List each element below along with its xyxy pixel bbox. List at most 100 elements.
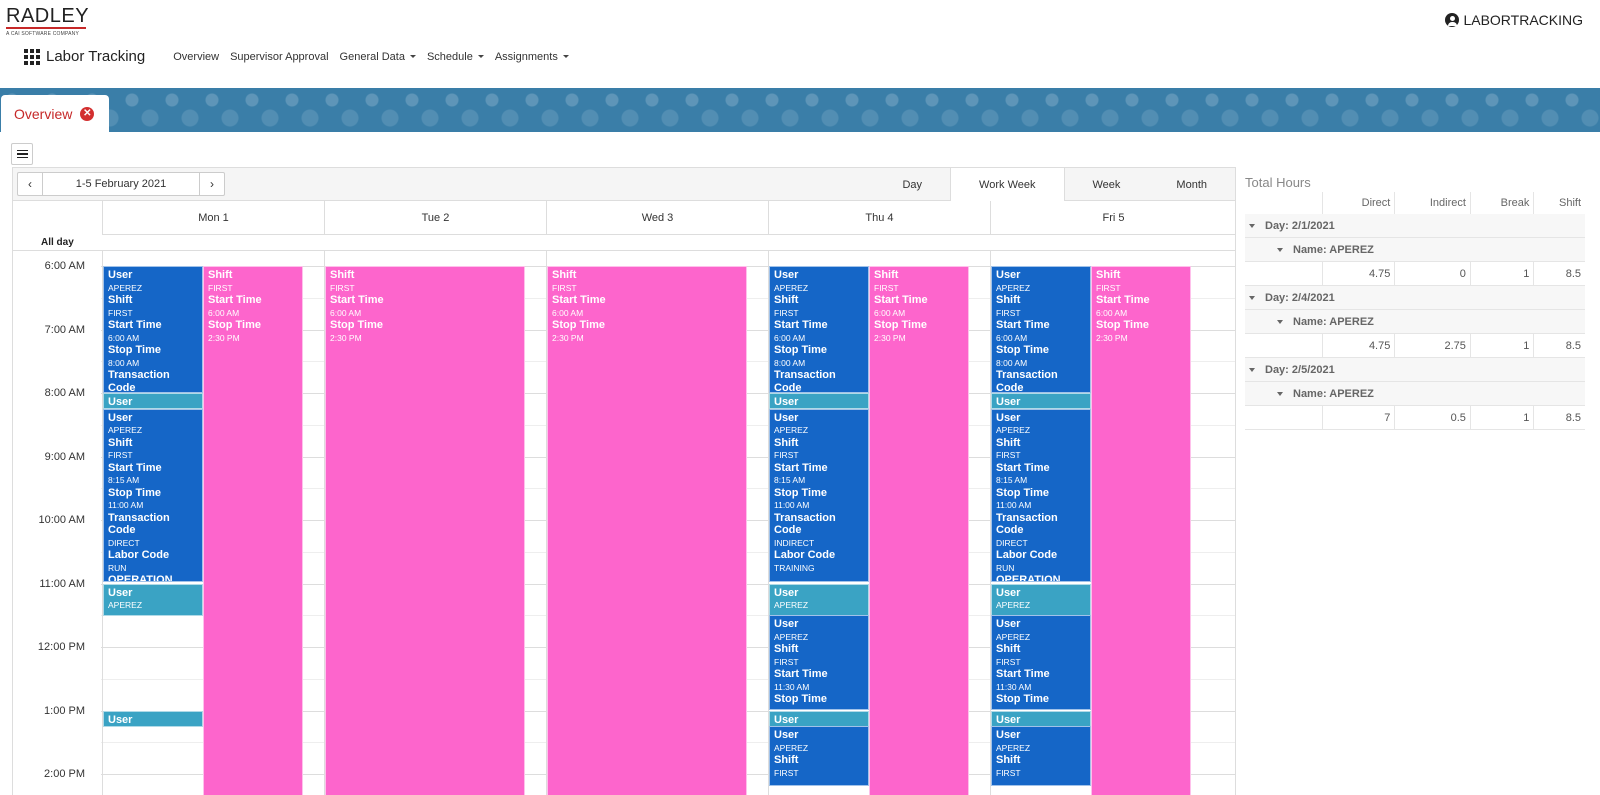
event-field-label: Labor Code <box>108 549 170 562</box>
col-indirect[interactable]: Indirect <box>1394 192 1471 214</box>
labor-entry-event[interactable]: User APEREZ Shift FIRST Start Time 8:15 AM Sto… <box>991 408 1091 582</box>
nav-schedule[interactable]: Schedule <box>427 51 484 63</box>
next-week-button[interactable]: › <box>199 173 224 195</box>
labor-entry-event[interactable]: User APEREZ Shift FIRST <box>769 726 869 787</box>
totals-row-spacer <box>1245 333 1323 358</box>
event-field-value: 2:30 PM <box>330 332 362 343</box>
collapse-caret-icon[interactable] <box>1249 223 1255 228</box>
event-field-value: 6:00 AM <box>552 307 584 318</box>
nav-supervisor-approval[interactable]: Supervisor Approval <box>230 51 328 63</box>
break-event[interactable]: User <box>103 393 203 409</box>
collapse-caret-icon[interactable] <box>1277 391 1283 396</box>
event-field-label: Shift <box>1096 269 1121 281</box>
labor-entry-event[interactable]: User APEREZ Shift FIRST Start Time 11:30 AM St… <box>991 615 1091 711</box>
close-tab-icon[interactable]: ✕ <box>80 107 95 121</box>
collapse-caret-icon[interactable] <box>1277 319 1283 324</box>
event-field-label: Start Time <box>996 668 1050 681</box>
break-event[interactable]: User APEREZ <box>991 583 1091 616</box>
break-event[interactable]: User <box>769 710 869 727</box>
event-field-label: Transaction Code <box>108 369 170 393</box>
break-event[interactable]: User <box>991 710 1091 727</box>
shift-event[interactable]: Shift FIRST Start Time 6:00 AM Stop Time 2:30… <box>325 266 525 795</box>
event-field-value: APEREZ <box>774 631 809 642</box>
nav-assignments[interactable]: Assignments <box>495 51 569 63</box>
event-field-label: Start Time <box>208 294 262 306</box>
main-nav: Labor Tracking Overview Supervisor Appro… <box>24 48 580 65</box>
app-grid-icon[interactable] <box>24 48 40 65</box>
collapse-caret-icon[interactable] <box>1249 367 1255 372</box>
hours-cell: 1 <box>1469 261 1534 286</box>
break-event[interactable]: User <box>769 393 869 409</box>
hamburger-menu-button[interactable] <box>11 143 33 165</box>
view-month[interactable]: Month <box>1148 168 1235 201</box>
nav-general-data-label: General Data <box>339 50 405 63</box>
event-field-label: Stop Time <box>874 319 927 331</box>
labor-entry-event[interactable]: User APEREZ Shift FIRST Start Time 8:15 AM Sto… <box>769 408 869 582</box>
break-event[interactable]: User APEREZ <box>769 583 869 616</box>
shift-event[interactable]: Shift FIRST Start Time 6:00 AM Stop Time 2:30… <box>203 266 303 795</box>
event-field-value: FIRST <box>996 307 1021 318</box>
day-header-thu: Thu 4 <box>768 201 990 235</box>
totals-row: 4.75 2.75 1 8.5 <box>1245 333 1585 358</box>
event-field-value: 11:30 AM <box>996 681 1032 692</box>
event-field-value: 6:00 AM <box>996 332 1028 343</box>
event-field-value: FIRST <box>774 656 799 667</box>
day-group-row[interactable]: Day: 2/5/2021 <box>1245 357 1585 382</box>
prev-week-button[interactable]: ‹ <box>18 173 43 195</box>
nav-overview-label: Overview <box>173 50 220 63</box>
day-group-row[interactable]: Day: 2/1/2021 <box>1245 214 1585 238</box>
break-event[interactable]: User <box>991 393 1091 409</box>
tab-overview[interactable]: Overview ✕ <box>1 95 109 133</box>
name-group-row[interactable]: Name: APEREZ <box>1245 309 1585 334</box>
totals-row-spacer <box>1245 405 1323 430</box>
event-field-label: Transaction Code <box>996 369 1058 393</box>
collapse-caret-icon[interactable] <box>1249 295 1255 300</box>
labor-entry-event[interactable]: User APEREZ Shift FIRST Start Time 6:00 AM Sto… <box>103 266 203 393</box>
day-group-row[interactable]: Day: 2/4/2021 <box>1245 285 1585 310</box>
event-field-label: Start Time <box>552 294 606 306</box>
event-field-label: Stop Time <box>996 693 1049 706</box>
event-field-value: FIRST <box>208 282 233 293</box>
labor-entry-event[interactable]: User APEREZ Shift FIRST <box>991 726 1091 787</box>
totals-row-spacer <box>1245 261 1323 286</box>
scheduler-toolbar: ‹ 1-5 February 2021 › Day Work Week Week… <box>12 167 1236 201</box>
break-event[interactable]: User <box>103 710 203 727</box>
nav-overview[interactable]: Overview <box>173 51 219 63</box>
event-field-label: Transaction Code <box>774 369 836 393</box>
user-menu[interactable]: LABORTRACKING <box>1445 12 1583 28</box>
name-group-cell: Name: APEREZ <box>1245 309 1585 334</box>
event-field-label: Start Time <box>108 319 162 331</box>
view-day[interactable]: Day <box>874 168 950 201</box>
event-field-value: FIRST <box>1096 282 1121 293</box>
hours-cell: 8.5 <box>1533 333 1585 358</box>
break-event[interactable]: User APEREZ <box>103 583 203 616</box>
labor-entry-event[interactable]: User APEREZ Shift FIRST Start Time 8:15 AM Sto… <box>103 408 203 582</box>
shift-event[interactable]: Shift FIRST Start Time 6:00 AM Stop Time 2:30… <box>869 266 969 795</box>
totals-header-spacer <box>1245 192 1322 214</box>
name-group-row[interactable]: Name: APEREZ <box>1245 381 1585 406</box>
event-field-value: 2:30 PM <box>874 332 906 343</box>
event-field-label: Stop Time <box>996 486 1049 499</box>
collapse-caret-icon[interactable] <box>1277 247 1283 252</box>
totals-row: 4.75 0 1 8.5 <box>1245 261 1585 286</box>
hours-cell: 8.5 <box>1533 261 1585 286</box>
shift-event[interactable]: Shift FIRST Start Time 6:00 AM Stop Time 2:30… <box>547 266 747 795</box>
name-group-row[interactable]: Name: APEREZ <box>1245 237 1585 262</box>
labor-entry-event[interactable]: User APEREZ Shift FIRST Start Time 6:00 AM Sto… <box>991 266 1091 393</box>
event-field-label: Start Time <box>330 294 384 306</box>
col-shift[interactable]: Shift <box>1533 192 1585 214</box>
app-brand[interactable]: Labor Tracking <box>46 48 145 65</box>
col-direct[interactable]: Direct <box>1321 192 1395 214</box>
shift-event[interactable]: Shift FIRST Start Time 6:00 AM Stop Time 2:30… <box>1091 266 1191 795</box>
labor-entry-event[interactable]: User APEREZ Shift FIRST Start Time 11:30 AM St… <box>769 615 869 711</box>
view-week[interactable]: Week <box>1065 168 1149 201</box>
col-break[interactable]: Break <box>1469 192 1534 214</box>
time-label: 12:00 PM <box>37 641 85 653</box>
event-field-value: 11:30 AM <box>774 681 810 692</box>
view-work-week[interactable]: Work Week <box>950 168 1065 201</box>
event-field-label: User <box>108 269 133 281</box>
date-navigator: ‹ 1-5 February 2021 › <box>17 172 225 196</box>
date-range-picker[interactable]: 1-5 February 2021 <box>43 178 199 190</box>
labor-entry-event[interactable]: User APEREZ Shift FIRST Start Time 6:00 AM Sto… <box>769 266 869 393</box>
nav-general-data[interactable]: General Data <box>340 51 416 63</box>
